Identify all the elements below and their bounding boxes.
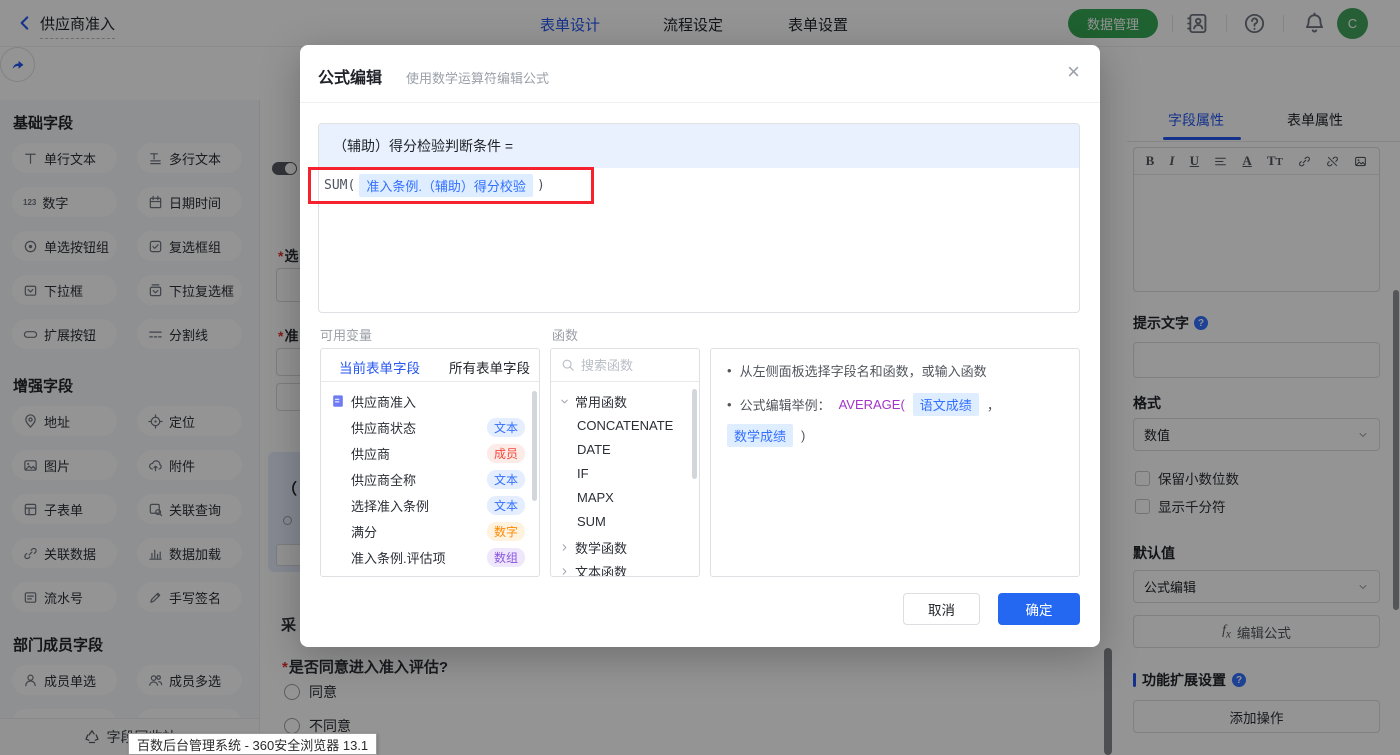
example-chip: 语文成绩 — [913, 393, 979, 416]
function-group[interactable]: 文本函数 — [559, 560, 627, 577]
formula-editor[interactable]: （辅助）得分检验判断条件 = — [318, 123, 1080, 313]
tab-all-form-fields[interactable]: 所有表单字段 — [449, 357, 530, 377]
function-group[interactable]: 数学函数 — [559, 536, 627, 558]
function-item[interactable]: MAPX — [577, 490, 614, 505]
variable-row[interactable]: 准入条例.评估项数组 — [321, 545, 539, 569]
variables-scrollbar[interactable] — [532, 391, 537, 501]
variable-row[interactable]: 供应商全称文本 — [321, 467, 539, 491]
functions-label: 函数 — [552, 325, 578, 344]
chevron-right-icon — [559, 566, 570, 577]
type-badge: 文本 — [487, 418, 525, 437]
cancel-button[interactable]: 取消 — [903, 593, 980, 625]
example-chip: 数学成绩 — [727, 424, 793, 447]
function-search[interactable] — [551, 349, 699, 382]
annotation-red-box — [308, 167, 594, 204]
variable-row[interactable]: 满分数字 — [321, 519, 539, 543]
tab-current-form-fields[interactable]: 当前表单字段 — [339, 357, 420, 377]
tree-root[interactable]: 供应商准入 — [321, 389, 539, 413]
modal-subtitle: 使用数学运算符编辑公式 — [406, 68, 549, 87]
variables-tabs: 当前表单字段 所有表单字段 — [321, 349, 539, 382]
formula-edit-modal: 公式编辑 使用数学运算符编辑公式 × （辅助）得分检验判断条件 = SUM( 准… — [300, 45, 1100, 647]
chevron-right-icon — [559, 542, 570, 553]
functions-panel: 常用函数 CONCATENATE DATE IF MAPX SUM 数学函数 文… — [550, 348, 700, 577]
variable-row[interactable]: 供应商状态文本 — [321, 415, 539, 439]
variables-label: 可用变量 — [320, 325, 372, 344]
function-item[interactable]: CONCATENATE — [577, 418, 673, 433]
tip-item: • 公式编辑举例：AVERAGE( 语文成绩 ， 数学成绩 ) — [727, 393, 1063, 447]
type-badge: 文本 — [487, 470, 525, 489]
type-badge: 文本 — [487, 496, 525, 515]
functions-scrollbar[interactable] — [692, 389, 697, 479]
modal-title: 公式编辑 — [318, 64, 382, 88]
variables-panel: 当前表单字段 所有表单字段 供应商准入 供应商状态文本 供应商成员 供应商全称文… — [320, 348, 540, 577]
variable-row[interactable]: 选择准入条例文本 — [321, 493, 539, 517]
function-search-input[interactable] — [581, 355, 689, 375]
tip-item: •从左侧面板选择字段名和函数，或输入函数 — [727, 361, 1063, 380]
close-icon[interactable]: × — [1067, 61, 1080, 83]
tips-panel: •从左侧面板选择字段名和函数，或输入函数 • 公式编辑举例：AVERAGE( 语… — [710, 348, 1080, 577]
function-group[interactable]: 常用函数 — [559, 390, 627, 412]
form-doc-icon — [331, 394, 345, 408]
search-icon — [561, 358, 575, 372]
function-item[interactable]: IF — [577, 466, 589, 481]
function-item[interactable]: DATE — [577, 442, 611, 457]
type-badge: 数组 — [487, 548, 525, 567]
chevron-down-icon — [559, 396, 570, 407]
modal-header: 公式编辑 使用数学运算符编辑公式 × — [300, 45, 1100, 103]
formula-target: （辅助）得分检验判断条件 = — [319, 124, 1079, 168]
function-item[interactable]: SUM — [577, 514, 606, 529]
variable-row[interactable]: 供应商成员 — [321, 441, 539, 465]
example-function: AVERAGE( — [839, 397, 905, 412]
type-badge: 成员 — [487, 444, 525, 463]
confirm-button[interactable]: 确定 — [998, 593, 1080, 625]
browser-status-tooltip: 百数后台管理系统 - 360安全浏览器 13.1 — [128, 733, 377, 755]
type-badge: 数字 — [487, 522, 525, 541]
